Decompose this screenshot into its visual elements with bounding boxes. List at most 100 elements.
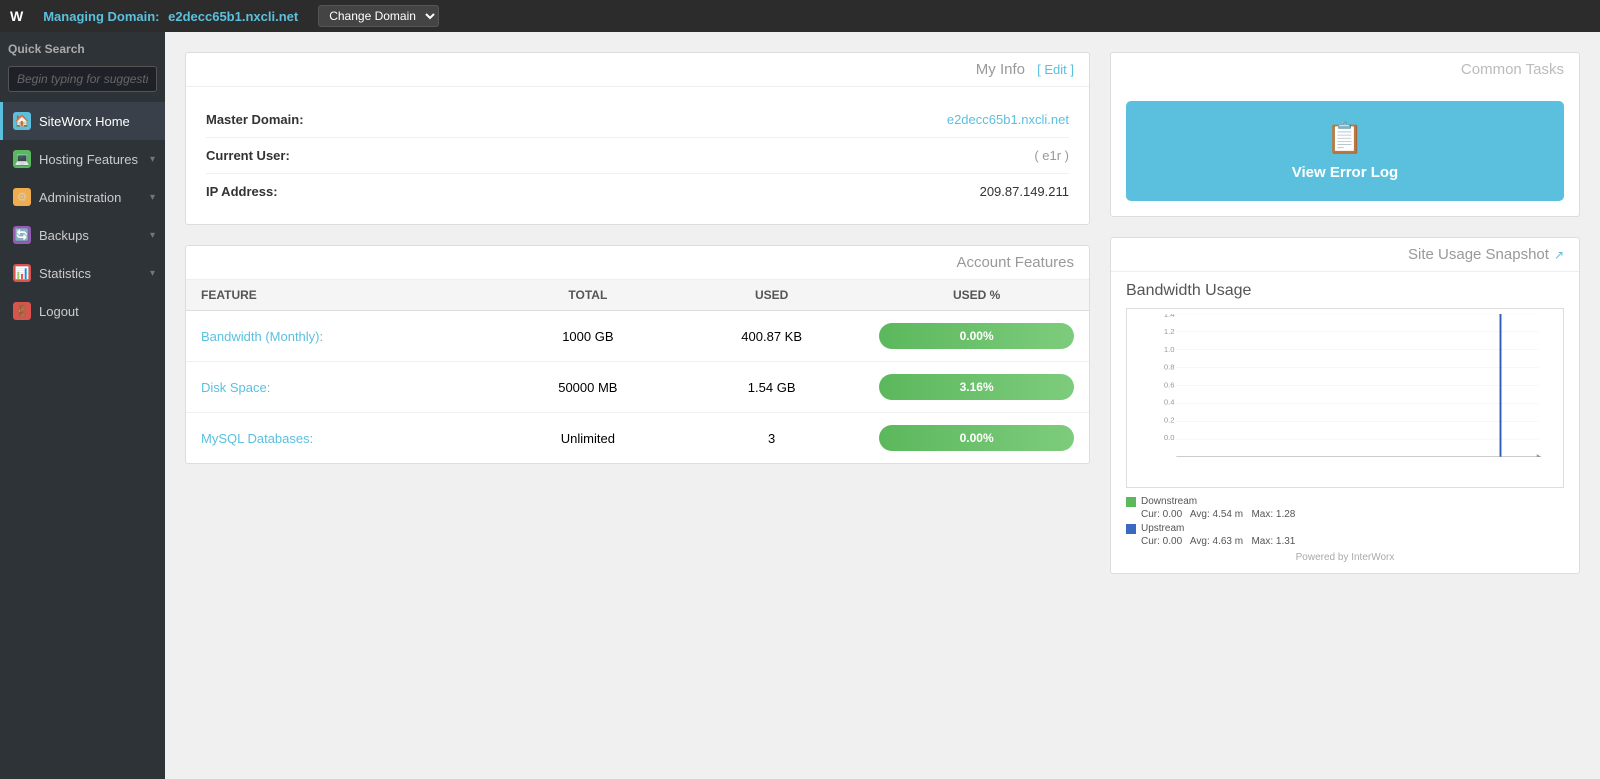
chart-legend: Downstream Cur: 0.00 Avg: 4.54 m Max: 1.… — [1126, 496, 1564, 547]
used-cell: 1.54 GB — [679, 362, 864, 413]
edit-link[interactable]: [ Edit ] — [1037, 62, 1074, 77]
master-domain-row: Master Domain: e2decc65b1.nxcli.net — [206, 102, 1069, 138]
site-usage-title: Site Usage Snapshot ↗ — [1111, 238, 1579, 272]
my-info-title: My Info [ Edit ] — [186, 53, 1089, 87]
col-total: TOTAL — [497, 280, 679, 311]
common-tasks-content: 📋 View Error Log — [1111, 86, 1579, 216]
backups-icon: 🔄 — [13, 226, 31, 244]
svg-text:0.4: 0.4 — [1164, 398, 1175, 407]
current-user-value: ( e1r ) — [386, 148, 1069, 163]
downstream-stats: Cur: 0.00 Avg: 4.54 m Max: 1.28 — [1141, 509, 1564, 520]
used-pct-cell: 0.00% — [864, 413, 1089, 464]
y-axis-label: bytes / sec — [1126, 309, 1129, 457]
svg-text:1.4: 1.4 — [1164, 314, 1175, 319]
bandwidth-title: Bandwidth Usage — [1126, 282, 1564, 300]
table-row: Bandwidth (Monthly): 1000 GB 400.87 KB 0… — [186, 311, 1089, 362]
statistics-icon: 📊 — [13, 264, 31, 282]
used-cell: 400.87 KB — [679, 311, 864, 362]
chevron-down-icon: ▾ — [150, 154, 155, 165]
table-row: MySQL Databases: Unlimited 3 0.00% — [186, 413, 1089, 464]
svg-text:1.2: 1.2 — [1164, 327, 1175, 336]
master-domain-label: Master Domain: — [206, 112, 386, 127]
chart-svg: 1.4 1.2 1.0 0.8 0.6 0.4 0.2 0.0 — [1162, 314, 1553, 457]
change-domain-select[interactable]: Change Domain — [318, 5, 439, 27]
sidebar-item-label: Logout — [39, 304, 79, 319]
chevron-down-icon: ▾ — [150, 268, 155, 279]
ip-address-value: 209.87.149.211 — [386, 184, 1069, 199]
upstream-color — [1126, 524, 1136, 534]
quick-search-label: Quick Search — [0, 32, 165, 66]
sidebar-item-backups[interactable]: 🔄 Backups ▾ — [0, 216, 165, 254]
used-cell: 3 — [679, 413, 864, 464]
downstream-color — [1126, 497, 1136, 507]
sidebar-item-logout[interactable]: 🚪 Logout — [0, 292, 165, 330]
downstream-legend: Downstream — [1126, 496, 1564, 507]
site-usage-panel: Site Usage Snapshot ↗ Bandwidth Usage by… — [1110, 237, 1580, 574]
sidebar-item-label: SiteWorx Home — [39, 114, 130, 129]
chevron-down-icon: ▾ — [150, 230, 155, 241]
features-table: FEATURE TOTAL USED USED % Bandwidth (Mon… — [186, 280, 1089, 463]
common-tasks-title: Common Tasks — [1111, 53, 1579, 86]
col-used: USED — [679, 280, 864, 311]
right-column: Common Tasks 📋 View Error Log Site Usage… — [1110, 52, 1580, 759]
sidebar-item-administration[interactable]: ⚙ Administration ▾ — [0, 178, 165, 216]
feature-link[interactable]: Disk Space: — [201, 380, 270, 395]
top-bar: W Managing Domain: e2decc65b1.nxcli.net … — [0, 0, 1600, 32]
col-feature: FEATURE — [186, 280, 497, 311]
sidebar-item-label: Administration — [39, 190, 121, 205]
total-cell: 50000 MB — [497, 362, 679, 413]
svg-text:0.2: 0.2 — [1164, 416, 1175, 425]
external-link-icon: ↗ — [1554, 248, 1564, 262]
main-layout: Quick Search 🏠 SiteWorx Home 💻 Hosting F… — [0, 32, 1600, 779]
total-cell: 1000 GB — [497, 311, 679, 362]
sidebar-item-hosting-features[interactable]: 💻 Hosting Features ▾ — [0, 140, 165, 178]
error-log-icon: 📋 — [1326, 121, 1363, 156]
logo: W — [10, 8, 23, 24]
col-used-pct: USED % — [864, 280, 1089, 311]
ip-address-label: IP Address: — [206, 184, 386, 199]
search-input[interactable] — [8, 66, 157, 92]
current-user-row: Current User: ( e1r ) — [206, 138, 1069, 174]
usage-bar: 0.00% — [879, 323, 1074, 349]
upstream-stats: Cur: 0.00 Avg: 4.63 m Max: 1.31 — [1141, 536, 1564, 547]
sidebar-item-label: Statistics — [39, 266, 91, 281]
view-error-log-label: View Error Log — [1292, 164, 1398, 181]
powered-by: Powered by InterWorx — [1126, 552, 1564, 563]
content-area: My Info [ Edit ] Master Domain: e2decc65… — [165, 32, 1600, 779]
svg-text:1.0: 1.0 — [1164, 345, 1175, 354]
table-row: Disk Space: 50000 MB 1.54 GB 3.16% — [186, 362, 1089, 413]
hosting-icon: 💻 — [13, 150, 31, 168]
account-features-panel: Account Features FEATURE TOTAL USED USED… — [185, 245, 1090, 464]
logout-icon: 🚪 — [13, 302, 31, 320]
snapshot-content: Bandwidth Usage bytes / sec — [1111, 272, 1579, 573]
sidebar-item-siteworx-home[interactable]: 🏠 SiteWorx Home — [0, 102, 165, 140]
account-features-title: Account Features — [186, 246, 1089, 280]
home-icon: 🏠 — [13, 112, 31, 130]
total-cell: Unlimited — [497, 413, 679, 464]
left-column: My Info [ Edit ] Master Domain: e2decc65… — [185, 52, 1090, 759]
ip-address-row: IP Address: 209.87.149.211 — [206, 174, 1069, 209]
sidebar-item-label: Hosting Features — [39, 152, 138, 167]
bandwidth-chart: bytes / sec — [1126, 308, 1564, 488]
svg-text:0.8: 0.8 — [1164, 362, 1175, 371]
managing-domain-label: Managing Domain: e2decc65b1.nxcli.net — [43, 9, 298, 24]
view-error-log-button[interactable]: 📋 View Error Log — [1126, 101, 1564, 201]
sidebar-item-statistics[interactable]: 📊 Statistics ▾ — [0, 254, 165, 292]
feature-link[interactable]: Bandwidth (Monthly): — [201, 329, 323, 344]
chevron-down-icon: ▾ — [150, 192, 155, 203]
my-info-panel: My Info [ Edit ] Master Domain: e2decc65… — [185, 52, 1090, 225]
sidebar: Quick Search 🏠 SiteWorx Home 💻 Hosting F… — [0, 32, 165, 779]
svg-text:0.6: 0.6 — [1164, 380, 1175, 389]
feature-link[interactable]: MySQL Databases: — [201, 431, 313, 446]
current-user-label: Current User: — [206, 148, 386, 163]
usage-bar: 0.00% — [879, 425, 1074, 451]
svg-text:0.0: 0.0 — [1164, 433, 1175, 442]
master-domain-value: e2decc65b1.nxcli.net — [386, 112, 1069, 127]
used-pct-cell: 0.00% — [864, 311, 1089, 362]
upstream-legend: Upstream — [1126, 523, 1564, 534]
used-pct-cell: 3.16% — [864, 362, 1089, 413]
my-info-content: Master Domain: e2decc65b1.nxcli.net Curr… — [186, 87, 1089, 224]
common-tasks-panel: Common Tasks 📋 View Error Log — [1110, 52, 1580, 217]
sidebar-item-label: Backups — [39, 228, 89, 243]
usage-bar: 3.16% — [879, 374, 1074, 400]
